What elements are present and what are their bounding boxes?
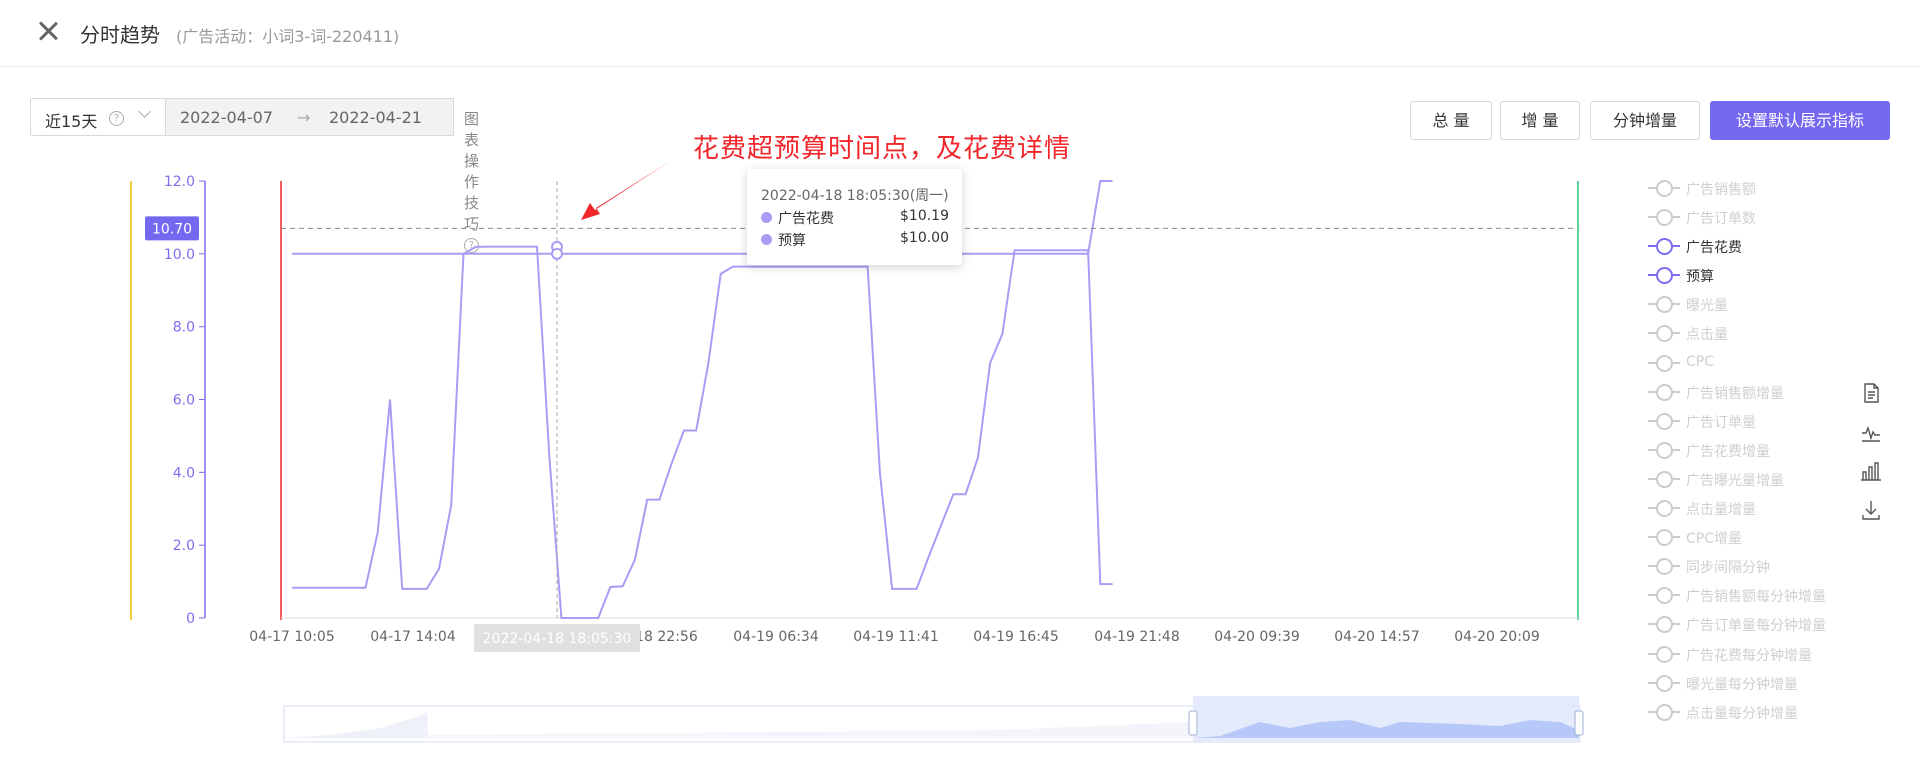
legend-symbol-icon (1648, 267, 1680, 285)
legend-symbol-icon (1648, 180, 1680, 197)
y-tick-label: 10.0 (164, 247, 195, 263)
series-line (292, 245, 1113, 619)
y-tick-label: 0 (186, 611, 195, 627)
legend-label: 广告销售额 (1686, 182, 1756, 198)
legend-symbol-icon (1648, 703, 1680, 721)
x-tick-label: 04-17 14:04 (370, 629, 456, 645)
legend-label: 广告花费增量 (1686, 443, 1770, 460)
series-line (292, 180, 1113, 255)
tooltip-row: 预算 $10.00 (761, 230, 949, 249)
zoom-handle (1188, 710, 1198, 736)
data-point (551, 247, 563, 260)
legend-label: 点击量 (1686, 327, 1728, 344)
y-tick-label: 6.0 (173, 393, 195, 409)
tooltip-series-name: 预算 (778, 233, 806, 249)
legend-label: 广告花费 (1686, 240, 1742, 257)
tooltip: 2022-04-18 18:05:30(周一) 广告花费 $10.19 预算 $… (747, 169, 962, 265)
legend-label: 点击量每分钟增量 (1686, 705, 1798, 722)
tooltip-series-value: $10.00 (900, 230, 949, 246)
x-tick-label: 04-20 09:39 (1214, 629, 1299, 645)
legend-symbol-icon (1648, 587, 1680, 605)
legend-symbol-icon (1648, 383, 1680, 401)
chart-toolbox (1858, 380, 1884, 536)
annotation-arrow-icon (581, 160, 672, 220)
legend-item[interactable]: 点击量 (1648, 319, 1908, 348)
legend-item[interactable]: 同步间隔分钟 (1648, 552, 1908, 581)
legend-symbol-icon (1648, 441, 1680, 459)
legend-symbol-icon (1648, 354, 1680, 372)
legend-label: 广告订单量每分钟增量 (1686, 618, 1826, 635)
legend-item[interactable]: 广告订单量每分钟增量 (1648, 610, 1908, 639)
legend-label: 点击量增量 (1686, 502, 1756, 519)
x-tick-label: 04-20 14:57 (1334, 629, 1419, 645)
legend-item[interactable]: CPC (1648, 349, 1908, 378)
legend-symbol-icon (1648, 238, 1680, 256)
y-tick-label: 8.0 (173, 320, 195, 336)
tooltip-series-value: $10.19 (900, 208, 949, 224)
legend-item[interactable]: 预算 (1648, 261, 1908, 290)
legend-symbol-icon (1648, 412, 1680, 430)
legend-item[interactable]: 广告花费 (1648, 232, 1908, 261)
bar-chart-icon[interactable] (1858, 458, 1884, 484)
legend-item[interactable]: 广告订单数 (1648, 203, 1908, 232)
line-chart-icon[interactable] (1858, 419, 1884, 445)
legend-label: 曝光量每分钟增量 (1686, 676, 1798, 693)
y-tick-label: 12.0 (164, 174, 195, 190)
legend-label: 广告销售额每分钟增量 (1686, 589, 1826, 606)
tooltip-row: 广告花费 $10.19 (761, 208, 949, 227)
y-pointer-label: 10.70 (152, 221, 192, 237)
x-tick-label: 04-19 06:34 (733, 629, 819, 645)
legend-symbol-icon (1648, 325, 1680, 343)
legend-label: 预算 (1686, 269, 1714, 286)
legend-symbol-icon (1648, 529, 1680, 547)
legend-item[interactable]: 曝光量 (1648, 290, 1908, 319)
tooltip-title: 2022-04-18 18:05:30(周一) (761, 188, 949, 204)
legend-symbol-icon (1648, 674, 1680, 692)
legend-item[interactable]: 曝光量每分钟增量 (1648, 669, 1908, 698)
legend-symbol-icon (1648, 470, 1680, 488)
download-icon[interactable] (1858, 497, 1884, 523)
x-tick-label: 04-19 21:48 (1094, 629, 1179, 645)
series-dot (761, 234, 772, 245)
legend-label: CPC (1686, 353, 1714, 370)
y-tick-label: 2.0 (173, 538, 195, 554)
legend-label: 同步间隔分钟 (1686, 560, 1770, 577)
legend-symbol-icon (1648, 558, 1680, 576)
legend-label: 曝光量 (1686, 298, 1728, 315)
x-tick-label: 04-17 10:05 (249, 629, 334, 645)
legend-symbol-icon (1648, 209, 1680, 227)
legend-item[interactable]: 广告销售额 (1648, 174, 1908, 203)
x-tick-label: 04-19 16:45 (973, 629, 1058, 645)
legend-label: CPC增量 (1686, 531, 1742, 548)
legend-label: 广告销售额增量 (1686, 385, 1784, 402)
series-dot (761, 212, 772, 223)
trend-chart[interactable]: 0 2.0 4.0 6.0 8.0 10.0 12.0 10.70 04-17 10:05 04-… (0, 0, 1920, 759)
tooltip-series-name: 广告花费 (778, 211, 834, 227)
legend-label: 广告订单量 (1686, 414, 1756, 431)
legend-symbol-icon (1648, 500, 1680, 518)
x-tick-label: 04-20 20:09 (1454, 629, 1539, 645)
legend-label: 广告订单数 (1686, 211, 1756, 228)
legend-item[interactable]: 广告花费每分钟增量 (1648, 640, 1908, 669)
legend-symbol-icon (1648, 296, 1680, 314)
x-tick-label: 04-19 11:41 (853, 629, 938, 645)
axis-pointer-label: 2022-04-18 18:05:30 (483, 631, 632, 647)
legend-symbol-icon (1648, 645, 1680, 663)
legend-item[interactable]: 广告销售额每分钟增量 (1648, 581, 1908, 610)
legend-label: 广告花费每分钟增量 (1686, 647, 1812, 664)
legend-item[interactable]: 点击量每分钟增量 (1648, 698, 1908, 727)
legend-symbol-icon (1648, 616, 1680, 634)
legend-label: 广告曝光量增量 (1686, 472, 1784, 489)
data-view-icon[interactable] (1858, 380, 1884, 406)
zoom-handle (1574, 710, 1584, 736)
y-tick-label: 4.0 (173, 465, 195, 481)
